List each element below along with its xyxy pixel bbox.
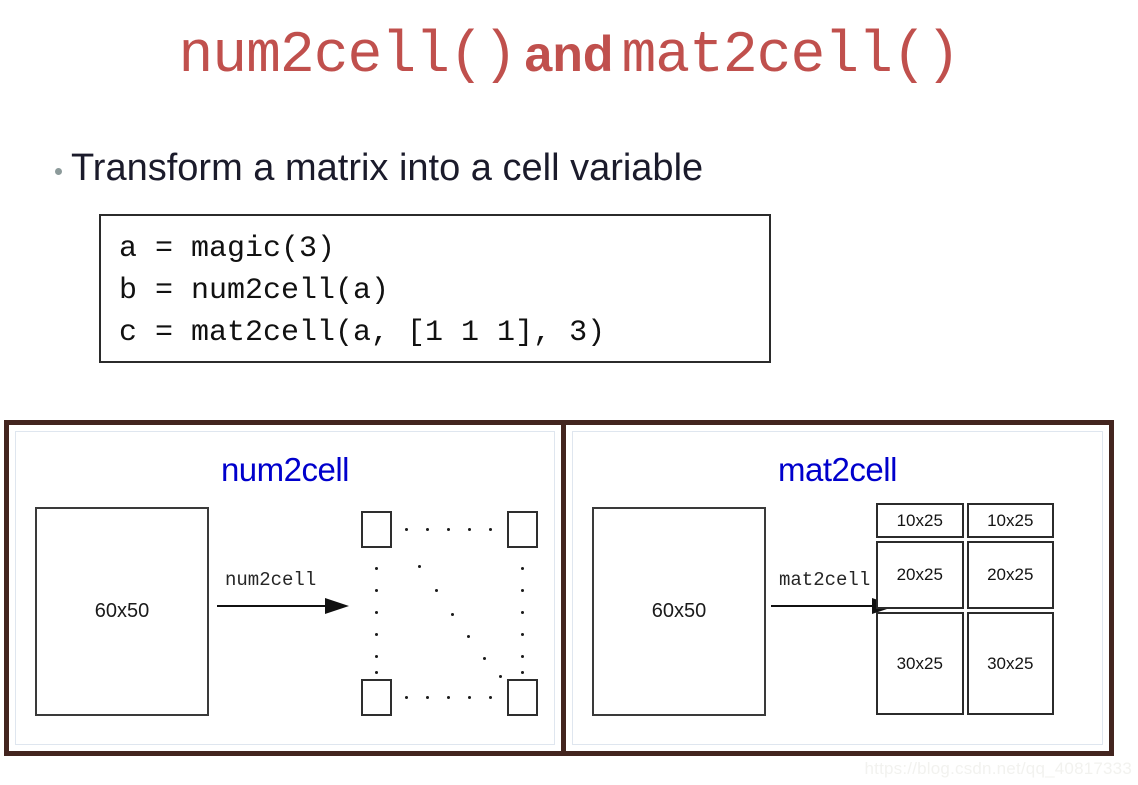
num2cell-result-grid <box>355 509 545 718</box>
ellipsis-dot <box>521 611 524 614</box>
source-matrix-box-num2cell: 60x50 <box>35 507 209 716</box>
mat2cell-cell: 10x25 <box>966 503 1054 539</box>
mat2cell-column: 10x25 20x25 30x25 <box>876 503 964 716</box>
result-cell-top-right <box>507 511 538 548</box>
ellipsis-dot <box>489 528 492 531</box>
ellipsis-dot <box>375 611 378 614</box>
diagram-panel-num2cell: num2cell 60x50 num2cell <box>9 425 566 751</box>
panel-title-mat2cell: mat2cell <box>778 451 897 488</box>
transform-arrow-num2cell: num2cell <box>217 569 352 623</box>
ellipsis-dot <box>521 567 524 570</box>
ellipsis-dot <box>405 696 408 699</box>
bullet-item-label: Transform a matrix into a cell variable <box>71 147 704 189</box>
mat2cell-cell: 20x25 <box>966 541 1054 610</box>
diagram-panel-mat2cell: mat2cell 60x50 mat2cell 10x25 20x25 30x2… <box>566 425 1109 751</box>
bullet-item: Transform a matrix into a cell variable <box>55 147 704 190</box>
title-conjunction: and <box>524 26 614 82</box>
ellipsis-dot <box>483 657 486 660</box>
mat2cell-cell: 30x25 <box>966 612 1054 716</box>
ellipsis-dot <box>375 589 378 592</box>
mat2cell-cell: 20x25 <box>876 541 964 610</box>
ellipsis-dot <box>375 671 378 674</box>
ellipsis-dot <box>375 567 378 570</box>
bullet-dot-icon <box>55 168 62 176</box>
ellipsis-dot <box>405 528 408 531</box>
ellipsis-dot <box>468 528 471 531</box>
title-mat2cell: mat2cell() <box>621 24 960 89</box>
mat2cell-cell: 10x25 <box>876 503 964 539</box>
ellipsis-dot <box>447 696 450 699</box>
arrow-label-num2cell: num2cell <box>225 569 317 591</box>
ellipsis-dot <box>426 696 429 699</box>
code-line: a = magic(3) <box>119 232 336 266</box>
source-matrix-label: 60x50 <box>651 600 707 622</box>
arrow-right-icon <box>217 598 349 614</box>
result-cell-bottom-left <box>361 679 392 716</box>
ellipsis-dot <box>418 565 421 568</box>
ellipsis-dot <box>468 696 471 699</box>
title-num2cell: num2cell() <box>178 24 517 89</box>
ellipsis-dot <box>426 528 429 531</box>
ellipsis-dot <box>489 696 492 699</box>
result-cell-top-left <box>361 511 392 548</box>
page-title: num2cell() and mat2cell() <box>0 28 1138 86</box>
diagram-container: num2cell 60x50 num2cell mat2cell 60x50 m… <box>4 420 1114 756</box>
ellipsis-dot <box>521 589 524 592</box>
ellipsis-dot <box>521 633 524 636</box>
ellipsis-dot <box>521 655 524 658</box>
source-matrix-label: 60x50 <box>94 600 150 622</box>
code-block: a = magic(3) b = num2cell(a) c = mat2cel… <box>99 214 771 363</box>
ellipsis-dot <box>451 613 454 616</box>
ellipsis-dot <box>375 633 378 636</box>
ellipsis-dot <box>447 528 450 531</box>
mat2cell-result-grid: 10x25 20x25 30x25 10x25 20x25 30x25 <box>876 503 1054 716</box>
arrow-label-mat2cell: mat2cell <box>779 569 871 591</box>
ellipsis-dot <box>521 671 524 674</box>
ellipsis-dot <box>499 675 502 678</box>
source-matrix-box-mat2cell: 60x50 <box>592 507 766 716</box>
result-cell-bottom-right <box>507 679 538 716</box>
ellipsis-dot <box>375 655 378 658</box>
mat2cell-column: 10x25 20x25 30x25 <box>966 503 1054 716</box>
ellipsis-dot <box>467 635 470 638</box>
ellipsis-dot <box>435 589 438 592</box>
code-line: b = num2cell(a) <box>119 274 390 308</box>
watermark: https://blog.csdn.net/qq_40817333 <box>864 759 1132 778</box>
mat2cell-cell: 30x25 <box>876 612 964 716</box>
code-line: c = mat2cell(a, [1 1 1], 3) <box>119 316 606 350</box>
panel-title-num2cell: num2cell <box>220 451 350 488</box>
